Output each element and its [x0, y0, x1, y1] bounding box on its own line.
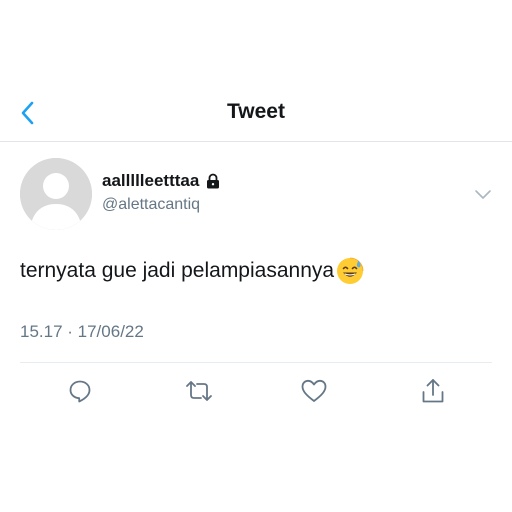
- user-handle[interactable]: @alettacantiq: [102, 196, 200, 214]
- tweet-timestamp[interactable]: 15.17 · 17/06/22: [20, 322, 144, 342]
- reply-icon: [69, 380, 91, 403]
- tweet-text: ternyata gue jadi pelampiasannya: [20, 259, 335, 282]
- page-title: Tweet: [227, 100, 285, 123]
- actions-divider: [20, 362, 492, 363]
- default-avatar-icon: [20, 158, 92, 230]
- lock-icon: [207, 173, 220, 189]
- heart-icon: [301, 379, 327, 402]
- share-icon: [422, 379, 444, 403]
- tweet-detail-page: Tweet aallllleetttaa @alettacantiq terny…: [0, 0, 512, 512]
- avatar[interactable]: [20, 158, 92, 230]
- display-name[interactable]: aallllleetttaa: [102, 171, 221, 191]
- top-bar: Tweet: [0, 88, 512, 140]
- header-divider: [0, 141, 512, 142]
- retweet-button[interactable]: [182, 376, 216, 406]
- like-button[interactable]: [297, 376, 331, 406]
- chevron-down-icon: [475, 190, 491, 199]
- display-name-text: aallllleetttaa: [102, 171, 200, 190]
- tweet-body: ternyata gue jadi pelampiasannya: [20, 257, 364, 285]
- more-options-button[interactable]: [470, 183, 496, 205]
- retweet-icon: [186, 381, 212, 401]
- reply-button[interactable]: [63, 376, 97, 406]
- share-button[interactable]: [416, 376, 450, 406]
- grinning-sweat-emoji-icon: [337, 257, 364, 284]
